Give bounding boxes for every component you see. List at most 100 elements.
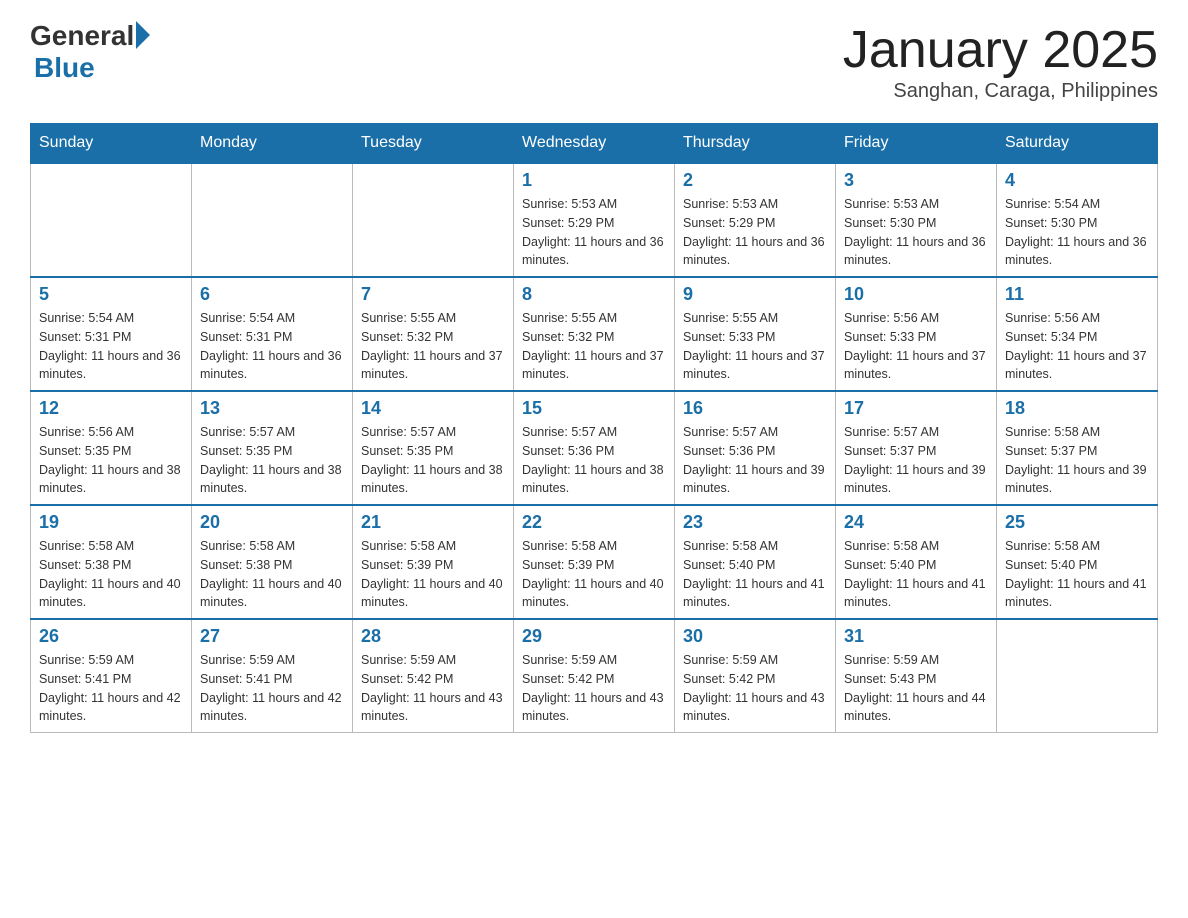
day-info: Sunrise: 5:59 AM Sunset: 5:42 PM Dayligh… [522,651,666,726]
calendar-cell: 21Sunrise: 5:58 AM Sunset: 5:39 PM Dayli… [353,505,514,619]
calendar-cell: 30 Sunrise: 5:59 AM Sunset: 5:42 PM Dayli… [675,619,836,733]
calendar-cell: 26 Sunrise: 5:59 AM Sunset: 5:41 PM Dayli… [31,619,192,733]
day-info: Sunrise: 5:57 AM Sunset: 5:35 PM Dayligh… [361,423,505,498]
calendar-header-friday: Friday [836,124,997,164]
day-info: Sunrise: 5:54 AM Sunset: 5:31 PM Dayligh… [200,309,344,384]
day-info: Sunrise: 5:54 AM Sunset: 5:31 PM Dayligh… [39,309,183,384]
calendar-cell: 14 Sunrise: 5:57 AM Sunset: 5:35 PM Dayli… [353,391,514,505]
calendar-cell: 1 Sunrise: 5:53 AM Sunset: 5:29 PM Daylig… [514,163,675,277]
day-info: Sunrise: 5:54 AM Sunset: 5:30 PM Dayligh… [1005,195,1149,270]
calendar-title: January 2025 [843,20,1158,80]
calendar-cell [997,619,1158,733]
day-info: Sunrise: 5:55 AM Sunset: 5:32 PM Dayligh… [361,309,505,384]
calendar-cell [353,163,514,277]
day-info: Sunrise: 5:53 AM Sunset: 5:30 PM Dayligh… [844,195,988,270]
calendar-cell: 20 Sunrise: 5:58 AM Sunset: 5:38 PM Dayli… [192,505,353,619]
day-number: 19 [39,512,183,533]
calendar-cell: 17 Sunrise: 5:57 AM Sunset: 5:37 PM Dayli… [836,391,997,505]
day-info: Sunrise: 5:58 AM Sunset: 5:40 PM Dayligh… [1005,537,1149,612]
calendar-cell: 22 Sunrise: 5:58 AM Sunset: 5:39 PM Dayli… [514,505,675,619]
day-number: 21 [361,512,505,533]
day-number: 12 [39,398,183,419]
page-header: General Blue January 2025 Sanghan, Carag… [30,20,1158,103]
day-number: 11 [1005,284,1149,305]
day-number: 22 [522,512,666,533]
day-number: 20 [200,512,344,533]
day-number: 24 [844,512,988,533]
day-number: 14 [361,398,505,419]
calendar-header-monday: Monday [192,124,353,164]
day-info: Sunrise: 5:57 AM Sunset: 5:37 PM Dayligh… [844,423,988,498]
logo-blue-text: Blue [34,52,150,84]
calendar-cell: 27 Sunrise: 5:59 AM Sunset: 5:41 PM Dayli… [192,619,353,733]
calendar-cell [192,163,353,277]
day-number: 25 [1005,512,1149,533]
calendar-cell: 31Sunrise: 5:59 AM Sunset: 5:43 PM Dayli… [836,619,997,733]
day-info: Sunrise: 5:58 AM Sunset: 5:37 PM Dayligh… [1005,423,1149,498]
calendar-cell [31,163,192,277]
calendar-cell: 2 Sunrise: 5:53 AM Sunset: 5:29 PM Daylig… [675,163,836,277]
day-info: Sunrise: 5:55 AM Sunset: 5:32 PM Dayligh… [522,309,666,384]
calendar-cell: 13 Sunrise: 5:57 AM Sunset: 5:35 PM Dayli… [192,391,353,505]
day-info: Sunrise: 5:53 AM Sunset: 5:29 PM Dayligh… [683,195,827,270]
calendar-cell: 16 Sunrise: 5:57 AM Sunset: 5:36 PM Dayli… [675,391,836,505]
day-number: 29 [522,626,666,647]
calendar-cell: 23 Sunrise: 5:58 AM Sunset: 5:40 PM Dayli… [675,505,836,619]
calendar-table: SundayMondayTuesdayWednesdayThursdayFrid… [30,123,1158,733]
logo-general-text: General [30,20,134,52]
day-info: Sunrise: 5:59 AM Sunset: 5:42 PM Dayligh… [683,651,827,726]
day-number: 7 [361,284,505,305]
day-number: 27 [200,626,344,647]
day-number: 23 [683,512,827,533]
day-number: 2 [683,170,827,191]
day-number: 3 [844,170,988,191]
calendar-week-1: 1 Sunrise: 5:53 AM Sunset: 5:29 PM Daylig… [31,163,1158,277]
day-number: 26 [39,626,183,647]
calendar-cell: 5Sunrise: 5:54 AM Sunset: 5:31 PM Daylig… [31,277,192,391]
calendar-cell: 15Sunrise: 5:57 AM Sunset: 5:36 PM Dayli… [514,391,675,505]
calendar-header-sunday: Sunday [31,124,192,164]
calendar-cell: 10Sunrise: 5:56 AM Sunset: 5:33 PM Dayli… [836,277,997,391]
calendar-cell: 8Sunrise: 5:55 AM Sunset: 5:32 PM Daylig… [514,277,675,391]
day-number: 30 [683,626,827,647]
day-number: 1 [522,170,666,191]
calendar-week-3: 12 Sunrise: 5:56 AM Sunset: 5:35 PM Dayli… [31,391,1158,505]
day-info: Sunrise: 5:59 AM Sunset: 5:42 PM Dayligh… [361,651,505,726]
calendar-subtitle: Sanghan, Caraga, Philippines [843,80,1158,103]
calendar-cell: 25 Sunrise: 5:58 AM Sunset: 5:40 PM Dayli… [997,505,1158,619]
calendar-cell: 6 Sunrise: 5:54 AM Sunset: 5:31 PM Daylig… [192,277,353,391]
day-info: Sunrise: 5:57 AM Sunset: 5:36 PM Dayligh… [683,423,827,498]
day-number: 28 [361,626,505,647]
day-info: Sunrise: 5:57 AM Sunset: 5:35 PM Dayligh… [200,423,344,498]
day-number: 18 [1005,398,1149,419]
calendar-title-area: January 2025 Sanghan, Caraga, Philippine… [843,20,1158,103]
day-number: 10 [844,284,988,305]
day-number: 13 [200,398,344,419]
day-info: Sunrise: 5:59 AM Sunset: 5:41 PM Dayligh… [200,651,344,726]
calendar-cell: 18 Sunrise: 5:58 AM Sunset: 5:37 PM Dayli… [997,391,1158,505]
calendar-cell: 24Sunrise: 5:58 AM Sunset: 5:40 PM Dayli… [836,505,997,619]
day-info: Sunrise: 5:55 AM Sunset: 5:33 PM Dayligh… [683,309,827,384]
calendar-header-thursday: Thursday [675,124,836,164]
calendar-cell: 28 Sunrise: 5:59 AM Sunset: 5:42 PM Dayli… [353,619,514,733]
calendar-cell: 4 Sunrise: 5:54 AM Sunset: 5:30 PM Daylig… [997,163,1158,277]
day-number: 4 [1005,170,1149,191]
day-number: 6 [200,284,344,305]
day-info: Sunrise: 5:56 AM Sunset: 5:35 PM Dayligh… [39,423,183,498]
day-info: Sunrise: 5:58 AM Sunset: 5:38 PM Dayligh… [200,537,344,612]
calendar-header-row: SundayMondayTuesdayWednesdayThursdayFrid… [31,124,1158,164]
day-info: Sunrise: 5:53 AM Sunset: 5:29 PM Dayligh… [522,195,666,270]
day-number: 17 [844,398,988,419]
day-info: Sunrise: 5:58 AM Sunset: 5:40 PM Dayligh… [683,537,827,612]
calendar-header-tuesday: Tuesday [353,124,514,164]
logo: General Blue [30,20,150,84]
day-info: Sunrise: 5:59 AM Sunset: 5:41 PM Dayligh… [39,651,183,726]
calendar-week-5: 26 Sunrise: 5:59 AM Sunset: 5:41 PM Dayli… [31,619,1158,733]
calendar-cell: 12 Sunrise: 5:56 AM Sunset: 5:35 PM Dayli… [31,391,192,505]
calendar-cell: 11Sunrise: 5:56 AM Sunset: 5:34 PM Dayli… [997,277,1158,391]
calendar-week-4: 19 Sunrise: 5:58 AM Sunset: 5:38 PM Dayli… [31,505,1158,619]
day-number: 31 [844,626,988,647]
day-number: 16 [683,398,827,419]
calendar-cell: 19Sunrise: 5:58 AM Sunset: 5:38 PM Dayli… [31,505,192,619]
day-info: Sunrise: 5:58 AM Sunset: 5:39 PM Dayligh… [522,537,666,612]
